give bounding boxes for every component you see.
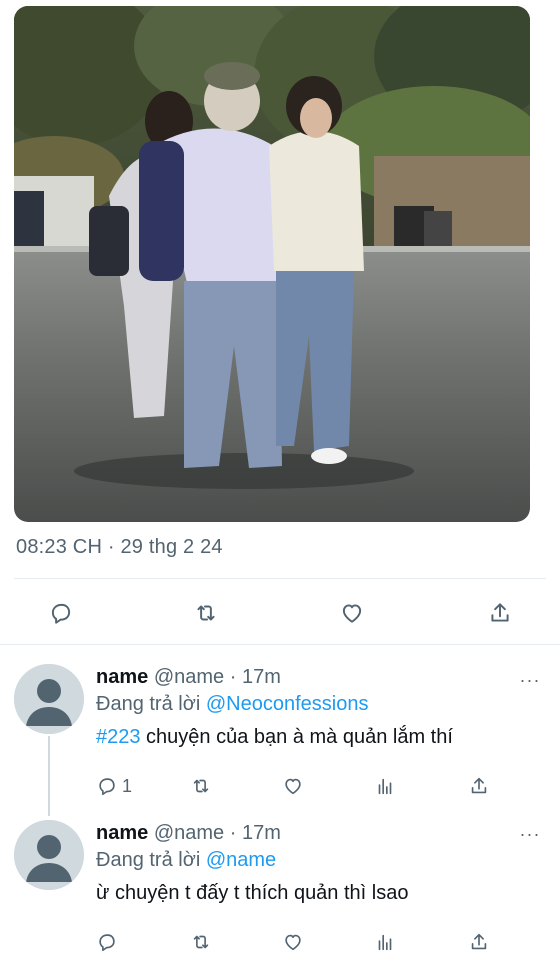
retweet-icon — [193, 779, 209, 793]
reply-text: ừ chuyện t đấy t thích quản thì lsao — [96, 878, 544, 908]
avatar[interactable] — [14, 820, 84, 890]
share-icon — [471, 777, 487, 794]
retweet-button[interactable] — [191, 598, 221, 628]
display-name[interactable]: name — [96, 822, 148, 844]
retweet-button[interactable] — [190, 772, 212, 800]
reply-header: name @name · 17m — [96, 820, 544, 846]
photo-image — [14, 6, 530, 522]
reply-icon — [99, 778, 115, 796]
reply-button[interactable] — [46, 598, 76, 628]
default-avatar-icon — [14, 664, 84, 734]
default-avatar-icon — [14, 820, 84, 890]
like-button[interactable] — [337, 598, 367, 628]
display-name[interactable]: name — [96, 666, 148, 688]
share-button[interactable] — [468, 928, 490, 956]
tweet-photo[interactable] — [14, 6, 530, 522]
reply-text-content: chuyện của bạn à mà quản lắm thí — [140, 726, 453, 748]
reply-button[interactable]: 1 — [96, 772, 132, 800]
reply-icon — [51, 603, 71, 624]
reply-actions — [96, 928, 496, 956]
share-icon — [471, 933, 487, 950]
reply-time[interactable]: 17m — [242, 666, 281, 688]
heart-icon — [285, 934, 301, 951]
mention-link[interactable]: @name — [206, 849, 276, 871]
mention-link[interactable]: @Neoconfessions — [206, 693, 369, 715]
hashtag-link[interactable]: #223 — [96, 726, 141, 748]
reply-body: name @name · 17m Đang trả lời @Neoconfes… — [96, 664, 544, 752]
avatar[interactable] — [14, 664, 84, 734]
replying-prefix: Đang trả lời — [96, 693, 201, 715]
analytics-icon — [378, 778, 392, 795]
heart-icon — [342, 604, 362, 623]
views-button[interactable] — [374, 928, 396, 956]
replying-to: Đang trả lời @Neoconfessions — [96, 690, 544, 718]
like-button[interactable] — [282, 928, 304, 956]
separator: · — [229, 666, 237, 688]
reply-header: name @name · 17m — [96, 664, 544, 690]
share-button[interactable] — [485, 598, 515, 628]
replying-prefix: Đang trả lời — [96, 849, 201, 871]
reply-icon — [99, 934, 115, 952]
retweet-icon — [197, 605, 215, 621]
reply-time[interactable]: 17m — [242, 822, 281, 844]
like-button[interactable] — [282, 772, 304, 800]
reply-text: #223 chuyện của bạn à mà quản lắm thí — [96, 722, 544, 752]
replying-to: Đang trả lời @name — [96, 846, 544, 874]
retweet-button[interactable] — [190, 928, 212, 956]
reply-body: name @name · 17m Đang trả lời @name ừ ch… — [96, 820, 544, 908]
divider — [0, 644, 560, 645]
separator: · — [229, 822, 237, 844]
analytics-icon — [378, 934, 392, 951]
views-button[interactable] — [374, 772, 396, 800]
user-handle[interactable]: @name — [154, 822, 224, 844]
retweet-icon — [193, 935, 209, 949]
thread-connector — [48, 736, 50, 816]
share-button[interactable] — [468, 772, 490, 800]
reply-count: 1 — [122, 775, 133, 796]
reply-button[interactable] — [96, 928, 118, 956]
divider — [14, 578, 546, 579]
user-handle[interactable]: @name — [154, 666, 224, 688]
heart-icon — [285, 778, 301, 795]
share-icon — [491, 603, 509, 622]
reply-text-content: ừ chuyện t đấy t thích quản thì lsao — [96, 882, 409, 904]
tweet-action-bar — [0, 590, 560, 636]
tweet-timestamp[interactable]: 08:23 CH · 29 thg 2 24 — [16, 536, 223, 559]
reply-actions: 1 — [96, 772, 496, 800]
